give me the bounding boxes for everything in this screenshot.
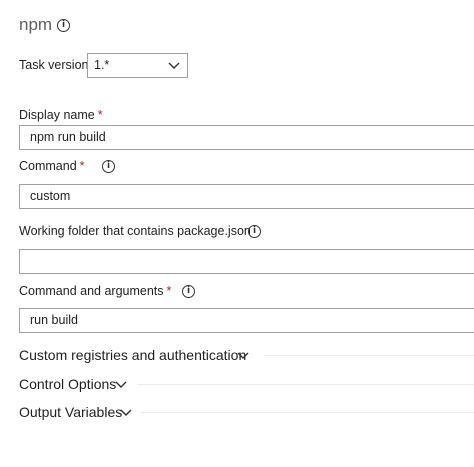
command-input[interactable]: custom [19,184,474,209]
chevron-down-icon [115,381,127,388]
display-name-label: Display name * [19,108,103,122]
task-version-value: 1.* [94,58,110,72]
info-icon[interactable]: i [182,285,195,298]
section-output-variables[interactable]: Output Variables [19,403,474,423]
required-marker: * [79,159,85,173]
divider [141,412,474,413]
working-folder-label: Working folder that contains package.jso… [19,224,251,238]
divider [264,355,474,356]
command-args-label: Command and arguments * [19,284,172,298]
section-title: Output Variables [19,404,123,420]
info-icon[interactable]: i [248,225,261,238]
info-icon[interactable]: i [102,160,115,173]
command-label: Command * [19,159,85,173]
section-title: Custom registries and authentication [19,347,247,363]
info-icon[interactable]: i [57,19,70,32]
section-control-options[interactable]: Control Options [19,375,474,395]
command-args-input[interactable]: run build [19,308,474,333]
chevron-down-icon [168,62,180,69]
section-custom-registries[interactable]: Custom registries and authentication [19,346,474,366]
display-name-input[interactable]: npm run build [19,125,474,150]
required-marker: * [97,108,103,122]
task-title: npm [19,15,53,34]
chevron-down-icon [120,409,132,416]
section-title: Control Options [19,376,117,392]
divider [137,384,474,385]
task-version-dropdown[interactable]: 1.* [87,53,188,78]
required-marker: * [166,284,172,298]
working-folder-input[interactable] [19,249,474,274]
task-version-label: Task version [19,58,89,72]
chevron-down-icon [237,352,249,359]
